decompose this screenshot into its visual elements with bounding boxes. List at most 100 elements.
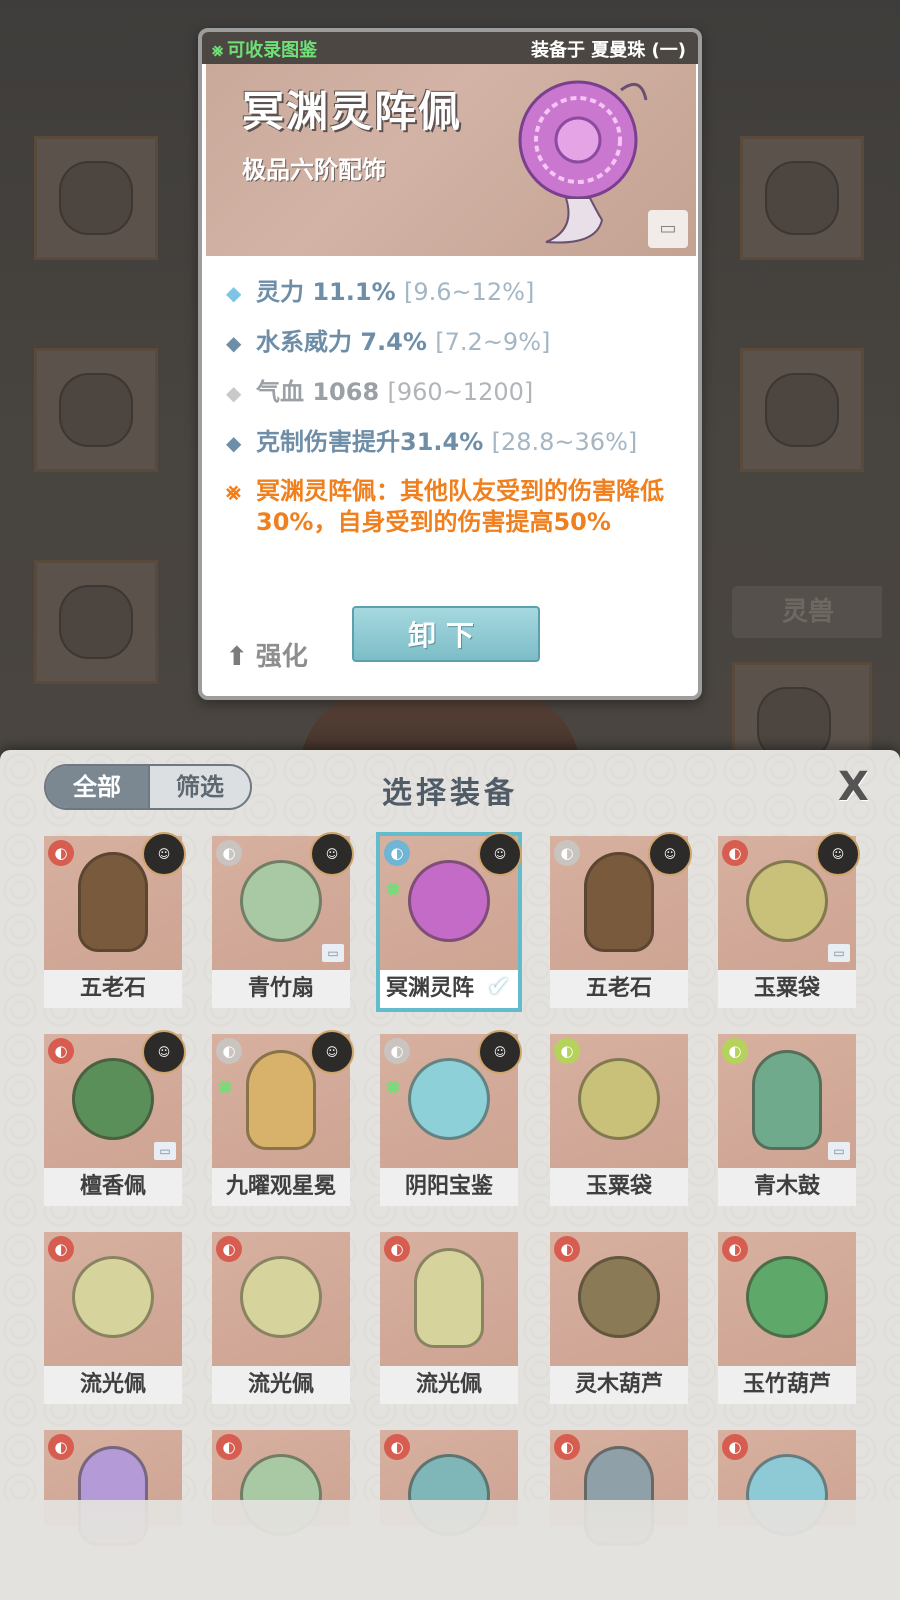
owner-avatar: ☺ [648, 832, 692, 876]
lock-icon: ▭ [154, 1142, 176, 1160]
item-slot[interactable]: ◐ ☺ ▭ 檀香佩 [44, 1030, 186, 1206]
element-icon: ◐ [216, 1236, 242, 1262]
collect-icon: ⨳ [218, 1074, 232, 1099]
owner-avatar: ☺ [142, 832, 186, 876]
item-slot[interactable]: ◐ ☺ 五老石 [44, 832, 186, 1008]
arrow-up-icon: ⬆ [226, 642, 248, 672]
enhance-button[interactable]: ⬆ 强化 [226, 636, 308, 673]
item-label: 流光佩 [380, 1366, 518, 1404]
lock-icon: ▭ [828, 944, 850, 962]
owner-avatar: ☺ [816, 832, 860, 876]
item-art [72, 1256, 154, 1338]
item-hero: 冥渊灵阵佩 极品六阶配饰 ▭ [206, 64, 696, 256]
item-label: 青木鼓 [718, 1168, 856, 1206]
item-slot[interactable]: ◐ 玉竹葫芦 [718, 1232, 856, 1404]
item-slot[interactable]: ◐ 流光佩 [44, 1232, 182, 1404]
item-art [414, 1248, 484, 1348]
stat-row: ◆ 气血 1068 [960~1200] [226, 378, 534, 406]
item-slot[interactable]: ◐ ☺ ⨳ 冥渊灵阵 ✔ [376, 832, 522, 1012]
stat-list: ◆ 灵力 11.1% [9.6~12%] ◆ 水系威力 7.4% [7.2~9%] … [226, 272, 686, 538]
element-icon: ◐ [384, 840, 410, 866]
item-slot[interactable]: ◐ 流光佩 [212, 1232, 350, 1404]
stat-row: ◆ 灵力 11.1% [9.6~12%] [226, 278, 535, 306]
item-slot[interactable]: ◐ ☺ ⨳ 九曜观星冕 [212, 1030, 354, 1206]
item-label: 流光佩 [212, 1366, 350, 1404]
bg-equip-slot [740, 136, 864, 260]
card-header: ⨳ 可收录图鉴 装备于 夏曼珠 (一) [202, 32, 698, 64]
collectable-label: ⨳ 可收录图鉴 [212, 40, 318, 61]
element-icon: ◐ [722, 840, 748, 866]
diamond-icon: ◆ [226, 281, 242, 305]
owner-avatar: ☺ [478, 832, 522, 876]
owner-avatar: ☺ [478, 1030, 522, 1074]
element-icon: ◐ [48, 1236, 74, 1262]
item-slot[interactable]: ◐ 流光佩 [380, 1232, 518, 1404]
item-slot[interactable]: ◐ ☺ ▭ 青竹扇 [212, 832, 354, 1008]
close-button[interactable]: X [838, 764, 869, 810]
lock-icon[interactable]: ▭ [648, 210, 688, 248]
bg-equip-slot [740, 348, 864, 472]
element-icon: ◐ [554, 840, 580, 866]
item-name: 冥渊灵阵佩 [242, 87, 463, 136]
owner-avatar: ☺ [142, 1030, 186, 1074]
spirit-beast-tab: 灵兽 [732, 586, 882, 638]
item-label: 玉竹葫芦 [718, 1366, 856, 1404]
item-slot[interactable]: ◐ ☺ ▭ 玉粟袋 [718, 832, 860, 1008]
item-art [246, 1050, 316, 1150]
stat-row: ◆ 水系威力 7.4% [7.2~9%] [226, 328, 551, 356]
element-icon: ◐ [554, 1038, 580, 1064]
element-icon: ◐ [722, 1038, 748, 1064]
collect-icon: ⨳ [386, 876, 400, 901]
item-label: 玉粟袋 [550, 1168, 688, 1206]
collect-icon: ⨳ [386, 1074, 400, 1099]
item-detail-card: ⨳ 可收录图鉴 装备于 夏曼珠 (一) 冥渊灵阵佩 极品六阶配饰 ▭ ◆ 灵力 11… [198, 28, 702, 700]
item-type: 极品六阶配饰 [242, 156, 386, 184]
item-slot[interactable]: ◐ ▭ 青木鼓 [718, 1034, 856, 1206]
stat-row: ◆ 克制伤害提升31.4% [28.8~36%] [226, 428, 638, 456]
unequip-button[interactable]: 卸下 [352, 606, 540, 662]
element-icon: ◐ [216, 1038, 242, 1064]
bg-equip-slot [34, 348, 158, 472]
diamond-icon: ◆ [226, 381, 242, 405]
check-icon: ✔ [487, 970, 511, 1003]
lock-icon: ▭ [828, 1142, 850, 1160]
element-icon: ◐ [384, 1236, 410, 1262]
item-art [578, 1058, 660, 1140]
bottom-fade [0, 1500, 900, 1600]
bg-equip-slot [34, 136, 158, 260]
item-label: 九曜观星冕 [212, 1168, 350, 1206]
item-label: 灵木葫芦 [550, 1366, 688, 1404]
owner-avatar: ☺ [310, 1030, 354, 1074]
item-slot[interactable]: ◐ ☺ ⨳ 阴阳宝鉴 [380, 1030, 522, 1206]
item-art [240, 860, 322, 942]
item-artwork [518, 80, 648, 244]
item-label: 玉粟袋 [718, 970, 856, 1008]
element-icon: ◐ [48, 1038, 74, 1064]
element-icon: ◐ [554, 1434, 580, 1460]
equipped-on-label: 装备于 夏曼珠 (一) [531, 40, 686, 61]
element-icon: ◐ [554, 1236, 580, 1262]
panel-title: 选择装备 [382, 776, 518, 811]
item-label: 五老石 [550, 970, 688, 1008]
item-art [746, 860, 828, 942]
element-icon: ◐ [48, 1434, 74, 1460]
bg-equip-slot [34, 560, 158, 684]
collect-icon: ⨳ [212, 40, 224, 61]
item-slot[interactable]: ◐ 玉粟袋 [550, 1034, 688, 1206]
item-label: 阴阳宝鉴 [380, 1168, 518, 1206]
item-art [78, 852, 148, 952]
item-label: 檀香佩 [44, 1168, 182, 1206]
lock-icon: ▭ [322, 944, 344, 962]
diamond-icon: ◆ [226, 431, 242, 455]
element-icon: ◐ [384, 1038, 410, 1064]
element-icon: ◐ [722, 1434, 748, 1460]
item-art [752, 1050, 822, 1150]
item-label: 流光佩 [44, 1366, 182, 1404]
element-icon: ◐ [216, 1434, 242, 1460]
owner-avatar: ☺ [310, 832, 354, 876]
item-slot[interactable]: ◐ 灵木葫芦 [550, 1232, 688, 1404]
item-label: 青竹扇 [212, 970, 350, 1008]
item-label: 五老石 [44, 970, 182, 1008]
item-slot[interactable]: ◐ ☺ 五老石 [550, 832, 692, 1008]
element-icon: ◐ [722, 1236, 748, 1262]
